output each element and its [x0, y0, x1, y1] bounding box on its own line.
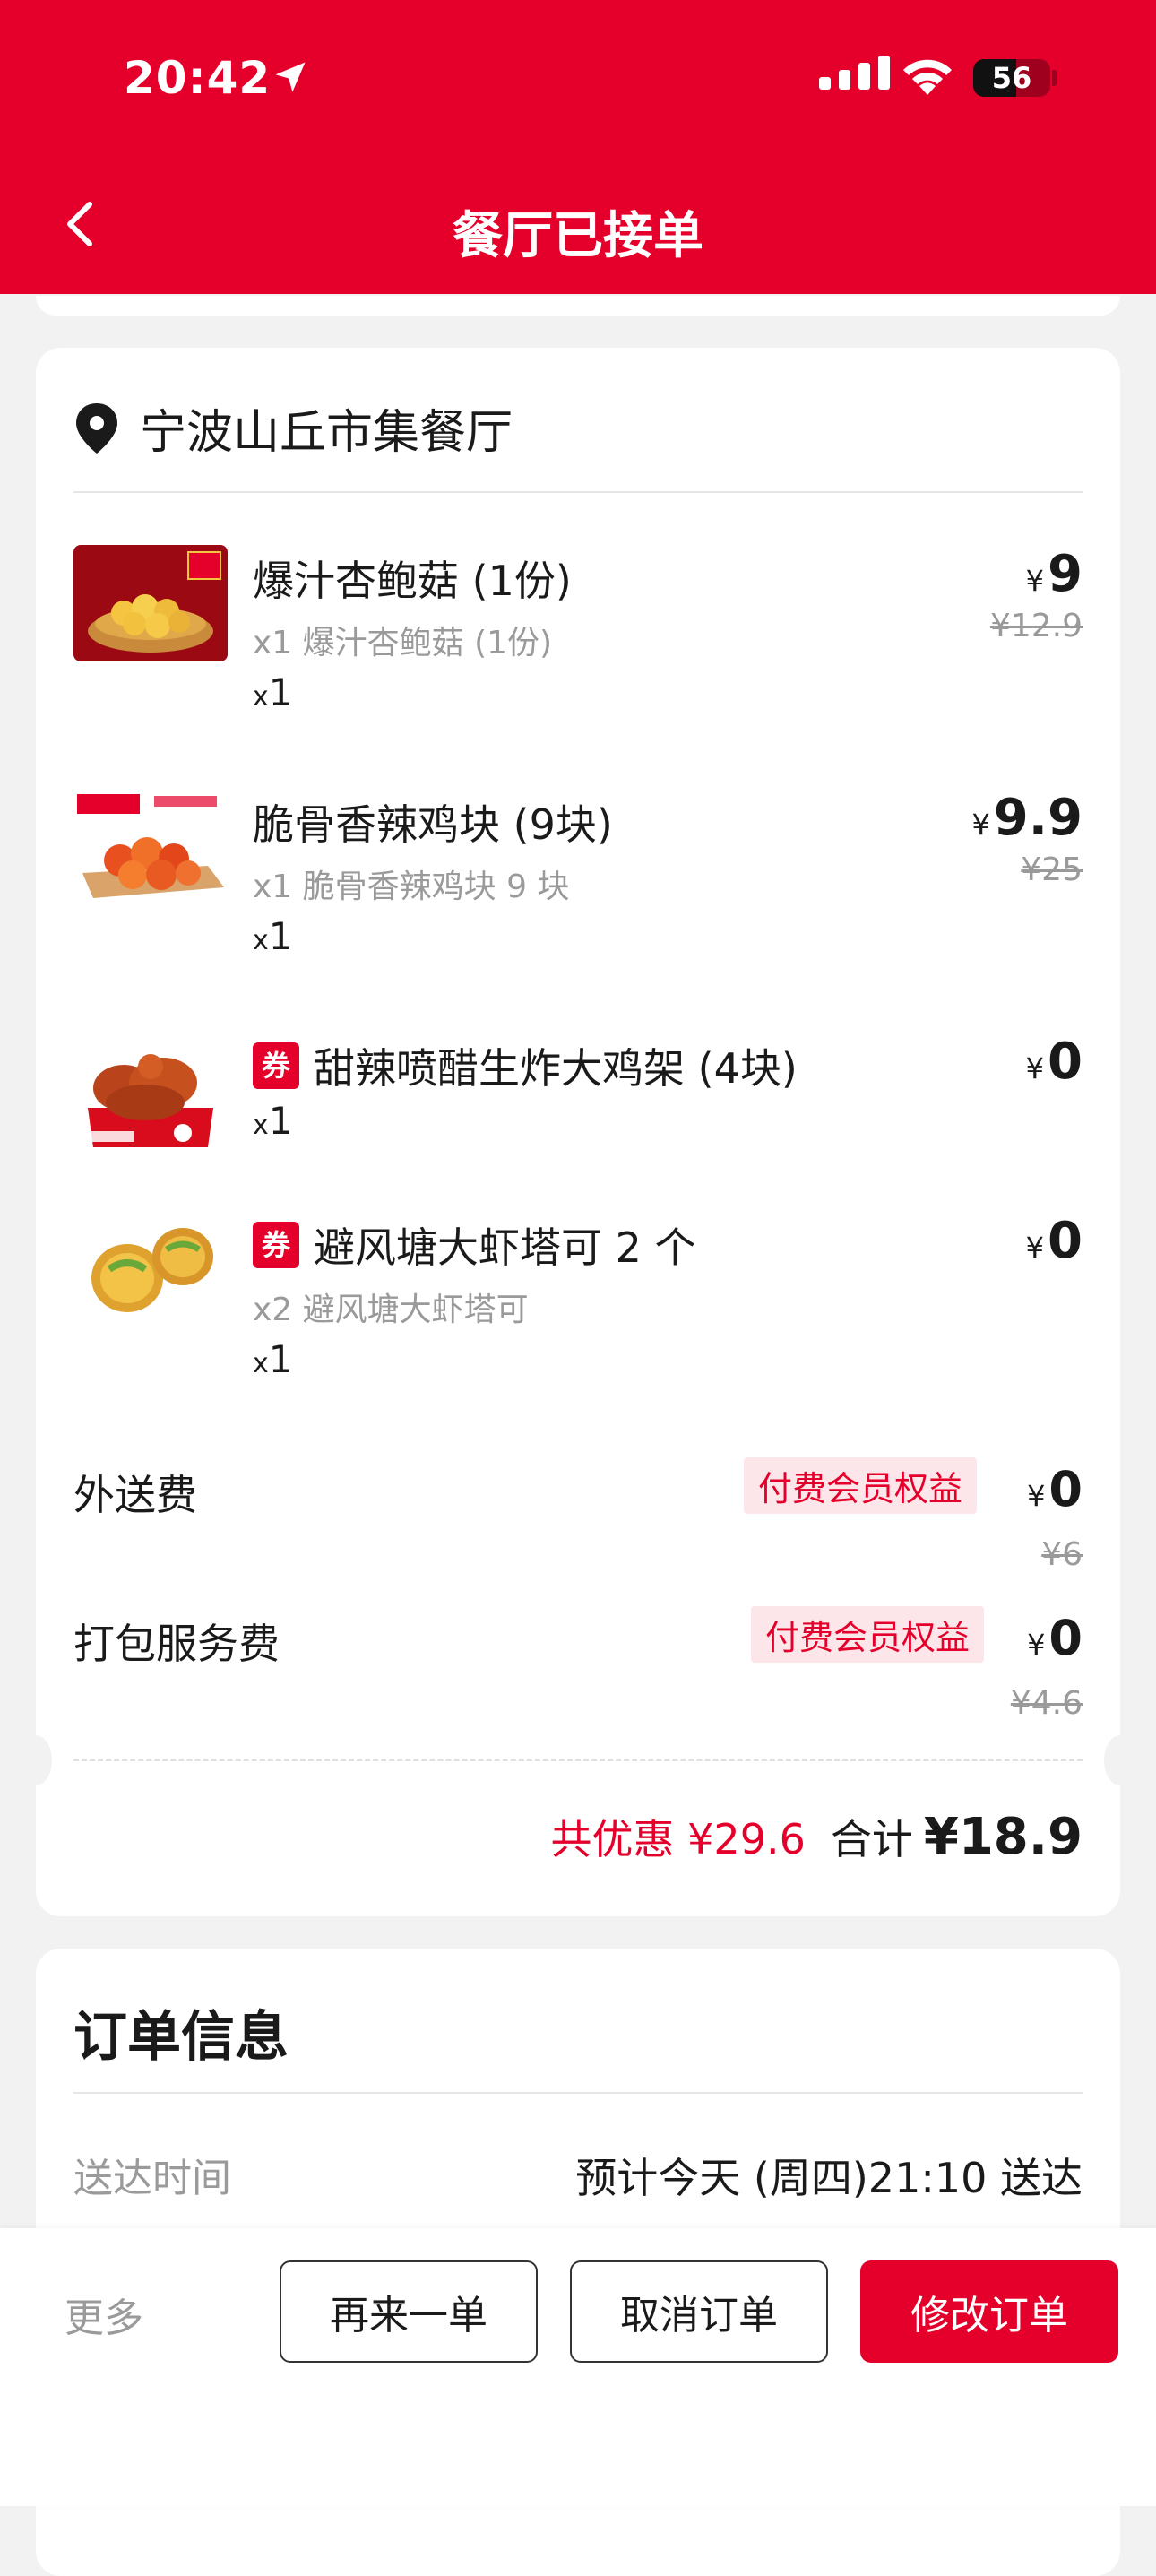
order-info-divider [73, 2092, 1083, 2094]
qty-value: 1 [268, 1337, 293, 1381]
qty-value: 1 [268, 670, 293, 714]
fee-price: ¥0 [1027, 1461, 1083, 1517]
item-name: 券 甜辣喷醋生炸大鸡架 (4块) [253, 1036, 798, 1095]
item-name-text: 避风塘大虾塔可 2 个 [314, 1223, 696, 1272]
location-pin-icon [76, 402, 117, 454]
coupon-badge: 券 [253, 1222, 299, 1268]
fee-label: 打包服务费 [73, 1620, 280, 1668]
price-value: 9 [1048, 545, 1083, 603]
qty-value: 1 [268, 914, 293, 958]
item-original-price: ¥12.9 [989, 608, 1083, 644]
cancel-order-button[interactable]: 取消订单 [570, 2260, 828, 2363]
ticket-notch-left [20, 1735, 52, 1785]
store-name: 宁波山丘市集餐厅 [140, 406, 513, 460]
order-total-row: 共优惠 ¥29.6 合计 ¥18.9 [551, 1807, 1083, 1866]
coupon-badge: 券 [253, 1042, 299, 1089]
qty-prefix: x [253, 1348, 269, 1379]
total-discount: 共优惠 ¥29.6 [550, 1815, 806, 1863]
currency-symbol: ¥ [1025, 564, 1045, 598]
fee-original-price: ¥6 [1041, 1536, 1083, 1573]
order-card: 宁波山丘市集餐厅 爆汁杏鲍菇 (1份) x1 爆汁杏鲍菇 (1份) x1 ¥9 … [20, 348, 1136, 1916]
previous-card-peek [36, 296, 1120, 316]
fee-label: 外送费 [73, 1471, 197, 1519]
battery-cap [1052, 70, 1057, 86]
total-amount: ¥18.9 [923, 1808, 1083, 1866]
qty-prefix: x [253, 681, 269, 713]
price-value: 0 [1048, 1212, 1083, 1270]
item-price: ¥9.9 [971, 789, 1083, 847]
item-image [73, 1033, 228, 1149]
member-benefit-badge: 付费会员权益 [743, 1457, 977, 1514]
currency-symbol: ¥ [1025, 1231, 1045, 1265]
price-value: 0 [1048, 1033, 1083, 1091]
item-image [73, 789, 228, 905]
store-row[interactable]: 宁波山丘市集餐厅 [73, 394, 513, 462]
item-price: ¥0 [1026, 1033, 1083, 1091]
item-quantity: x1 [253, 1099, 293, 1143]
wifi-icon [903, 59, 952, 95]
battery-icon: 56 [973, 59, 1050, 97]
page-title: 餐厅已接单 [453, 207, 703, 265]
qty-prefix: x [253, 1110, 269, 1141]
item-price: ¥9 [1026, 545, 1083, 603]
item-name-text: 甜辣喷醋生炸大鸡架 (4块) [314, 1044, 798, 1093]
status-time: 20:42 [124, 52, 272, 104]
battery-percent: 56 [991, 61, 1032, 95]
reorder-button[interactable]: 再来一单 [280, 2260, 538, 2363]
item-detail: x2 避风塘大虾塔可 [253, 1292, 529, 1328]
item-name: 券 避风塘大虾塔可 2 个 [253, 1215, 696, 1275]
ticket-notch-right [1104, 1735, 1136, 1785]
item-quantity: x1 [253, 670, 293, 714]
currency-symbol: ¥ [971, 808, 990, 842]
order-info-title: 订单信息 [73, 2006, 289, 2069]
item-detail: x1 脆骨香辣鸡块 9 块 [253, 869, 570, 905]
top-header: 20:42 56 餐厅已接单 [0, 0, 1156, 294]
currency-symbol: ¥ [1025, 1051, 1045, 1085]
more-button[interactable]: 更多 [65, 2286, 143, 2343]
currency-symbol: ¥ [1027, 1628, 1046, 1662]
location-arrow-icon [275, 62, 306, 92]
total-label: 合计 [830, 1815, 913, 1863]
modify-order-button[interactable]: 修改订单 [860, 2260, 1118, 2363]
currency-symbol: ¥ [1027, 1479, 1046, 1513]
item-image [73, 545, 228, 661]
dashed-divider [73, 1759, 1083, 1761]
price-value: 9.9 [993, 789, 1083, 847]
item-price: ¥0 [1026, 1212, 1083, 1270]
delivery-time-value: 预计今天 (周四)21:10 送达 [575, 2154, 1083, 2202]
member-benefit-badge: 付费会员权益 [750, 1606, 984, 1663]
item-quantity: x1 [253, 1337, 293, 1381]
fee-price: ¥0 [1027, 1610, 1083, 1666]
item-original-price: ¥25 [1021, 851, 1083, 888]
fee-price-value: 0 [1048, 1461, 1083, 1517]
item-name: 脆骨香辣鸡块 (9块) [253, 800, 613, 849]
item-quantity: x1 [253, 914, 293, 958]
item-image [73, 1212, 228, 1328]
item-name: 爆汁杏鲍菇 (1份) [253, 557, 572, 605]
fee-price-value: 0 [1048, 1610, 1083, 1666]
delivery-time-label: 送达时间 [73, 2156, 231, 2201]
bottom-action-bar: 更多 再来一单 取消订单 修改订单 [0, 2228, 1156, 2506]
store-divider [73, 491, 1083, 493]
fee-original-price: ¥4.6 [1010, 1685, 1083, 1722]
qty-value: 1 [268, 1099, 293, 1143]
item-detail: x1 爆汁杏鲍菇 (1份) [253, 625, 553, 661]
qty-prefix: x [253, 925, 269, 956]
